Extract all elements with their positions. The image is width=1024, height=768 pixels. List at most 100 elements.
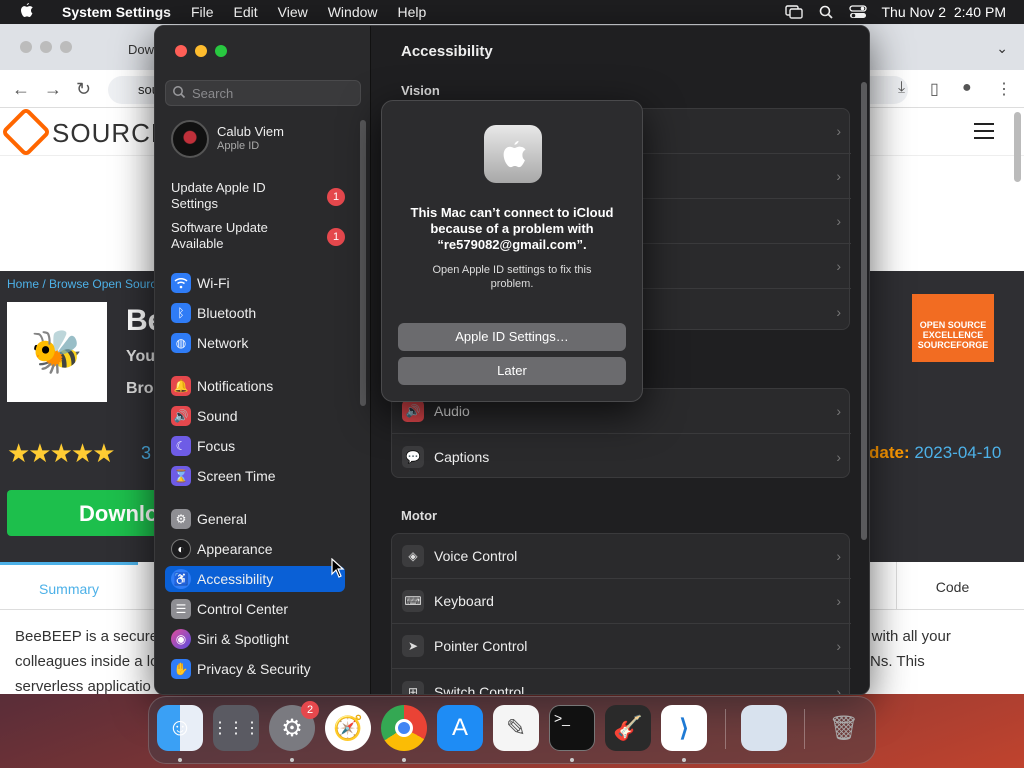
spotlight-search-icon[interactable] bbox=[817, 5, 835, 19]
running-indicator bbox=[290, 758, 294, 762]
terminal-icon[interactable]: >_ bbox=[549, 705, 595, 751]
preview-icon[interactable] bbox=[741, 705, 787, 751]
finder-icon[interactable]: ☺ bbox=[157, 705, 203, 751]
settings-sidebar: Search Calub Viem Apple ID Update Apple … bbox=[155, 26, 371, 694]
minimize-window-button[interactable] bbox=[195, 45, 207, 57]
browser-close-light[interactable] bbox=[20, 41, 32, 53]
hourglass-icon: ⌛ bbox=[171, 466, 191, 486]
content-scrollbar[interactable] bbox=[861, 82, 867, 540]
menu-help[interactable]: Help bbox=[388, 4, 437, 20]
back-arrow-icon[interactable]: ← bbox=[12, 79, 30, 100]
sidebar-item-label: Wi-Fi bbox=[197, 275, 230, 291]
menu-file[interactable]: File bbox=[181, 4, 224, 20]
account-name: Calub Viem bbox=[217, 124, 284, 139]
sidebar-item-notifications[interactable]: 🔔 Notifications bbox=[165, 373, 345, 399]
sidebar-item-screen-time[interactable]: ⌛ Screen Time bbox=[165, 463, 345, 489]
appearance-icon: ◐ bbox=[171, 539, 191, 559]
screen-mirroring-icon[interactable] bbox=[785, 5, 804, 19]
textedit-icon[interactable]: ✎ bbox=[493, 705, 539, 751]
more-menu-icon[interactable]: ⋮ bbox=[996, 79, 1012, 99]
profile-icon[interactable]: ● bbox=[962, 79, 972, 97]
badge-sub: SOURCEFORGE bbox=[917, 340, 989, 350]
breadcrumb[interactable]: Home / Browse Open Sourc bbox=[7, 277, 156, 291]
hamburger-menu-icon[interactable] bbox=[974, 123, 994, 144]
open-source-excellence-badge: OPEN SOURCE EXCELLENCE SOURCEFORGE bbox=[903, 294, 1003, 374]
menu-view[interactable]: View bbox=[268, 4, 318, 20]
search-input[interactable]: Search bbox=[165, 80, 361, 106]
browser-tab-title[interactable]: Dow bbox=[128, 42, 154, 57]
apple-id-settings-button[interactable]: Apple ID Settings… bbox=[398, 323, 626, 351]
safari-icon[interactable]: 🧭 bbox=[325, 705, 371, 751]
notice-label: Update Apple ID Settings bbox=[171, 180, 266, 211]
project-brought-by: Bro bbox=[126, 380, 154, 397]
reload-icon[interactable]: ↻ bbox=[76, 79, 91, 100]
sidebar-scrollbar[interactable] bbox=[360, 120, 366, 406]
row-captions[interactable]: 💬 Captions › bbox=[392, 434, 851, 479]
app-store-icon[interactable]: A bbox=[437, 705, 483, 751]
apple-id-account[interactable]: Calub Viem Apple ID bbox=[171, 120, 361, 160]
later-button[interactable]: Later bbox=[398, 357, 626, 385]
description-line: PNs. This bbox=[860, 653, 925, 670]
sidebar-item-label: General bbox=[197, 511, 247, 527]
notice-label: Software Update Available bbox=[171, 220, 268, 251]
sidebar-item-label: Control Center bbox=[197, 601, 289, 617]
sidebar-item-privacy-security[interactable]: ✋ Privacy & Security bbox=[165, 656, 345, 682]
sidebar-item-wifi[interactable]: Wi-Fi bbox=[165, 270, 345, 296]
control-center-icon[interactable] bbox=[849, 5, 868, 19]
sidebar-item-label: Accessibility bbox=[197, 571, 274, 587]
rating-count[interactable]: 3 bbox=[141, 443, 151, 464]
menu-clock[interactable]: Thu Nov 2 2:40 PM bbox=[881, 4, 1006, 20]
tab-summary[interactable]: Summary bbox=[0, 562, 138, 610]
row-keyboard[interactable]: ⌨ Keyboard › bbox=[392, 579, 851, 624]
site-logo-text[interactable]: SOURCE bbox=[52, 118, 169, 149]
launchpad-icon[interactable]: ⋮⋮⋮ bbox=[212, 705, 260, 751]
garageband-icon[interactable]: 🎸 bbox=[605, 705, 651, 751]
row-voice-control[interactable]: ◈ Voice Control › bbox=[392, 534, 851, 579]
update-apple-id-notice[interactable]: Update Apple ID Settings 1 bbox=[171, 180, 351, 212]
sidebar-item-appearance[interactable]: ◐ Appearance bbox=[165, 536, 345, 562]
section-vision: Vision bbox=[401, 83, 440, 98]
globe-icon: ◍ bbox=[171, 333, 191, 353]
zoom-window-button[interactable] bbox=[215, 45, 227, 57]
side-panel-icon[interactable]: ▯ bbox=[930, 79, 939, 99]
menu-edit[interactable]: Edit bbox=[224, 4, 268, 20]
sidebar-item-general[interactable]: ⚙ General bbox=[165, 506, 345, 532]
browser-minimize-light[interactable] bbox=[40, 41, 52, 53]
trash-icon[interactable]: 🗑 bbox=[821, 705, 867, 751]
row-pointer-control[interactable]: ➤ Pointer Control › bbox=[392, 624, 851, 669]
search-placeholder: Search bbox=[192, 86, 234, 101]
close-window-button[interactable] bbox=[175, 45, 187, 57]
captions-icon: 💬 bbox=[402, 445, 424, 468]
sidebar-item-sound[interactable]: 🔊 Sound bbox=[165, 403, 345, 429]
tab-code[interactable]: Code bbox=[896, 562, 1008, 610]
sidebar-item-label: Privacy & Security bbox=[197, 661, 311, 677]
sidebar-item-accessibility[interactable]: ♿ Accessibility bbox=[165, 566, 345, 592]
menu-app-name[interactable]: System Settings bbox=[52, 4, 181, 20]
apple-menu-icon[interactable] bbox=[0, 1, 52, 24]
forward-arrow-icon[interactable]: → bbox=[44, 79, 62, 100]
sidebar-item-focus[interactable]: ☾ Focus bbox=[165, 433, 345, 459]
chrome-icon[interactable] bbox=[381, 705, 427, 751]
row-switch-control[interactable]: ⊞ Switch Control › bbox=[392, 669, 851, 694]
sidebar-item-siri-spotlight[interactable]: ◉ Siri & Spotlight bbox=[165, 626, 345, 652]
mouse-pointer-icon bbox=[331, 557, 345, 583]
search-icon bbox=[173, 86, 186, 99]
sidebar-item-bluetooth[interactable]: ᛒ Bluetooth bbox=[165, 300, 345, 326]
download-icon[interactable]: ⤓ bbox=[898, 79, 905, 97]
software-update-notice[interactable]: Software Update Available 1 bbox=[171, 220, 351, 252]
row-label: Keyboard bbox=[434, 593, 494, 609]
dock-notification-badge: 2 bbox=[301, 701, 319, 719]
sidebar-item-label: Appearance bbox=[197, 541, 273, 557]
sourceforge-logo-icon[interactable] bbox=[0, 106, 52, 158]
sidebar-item-control-center[interactable]: ☰ Control Center bbox=[165, 596, 345, 622]
browser-zoom-light[interactable] bbox=[60, 41, 72, 53]
update-date: 2023-04-10 bbox=[914, 443, 1002, 462]
tab-list-chevron-icon[interactable]: ⌄ bbox=[996, 40, 1008, 57]
vscode-icon[interactable]: ⟩ bbox=[661, 705, 707, 751]
project-logo-bee-icon: 🐝 bbox=[7, 302, 107, 402]
menu-window[interactable]: Window bbox=[318, 4, 388, 20]
page-scrollbar[interactable] bbox=[1014, 112, 1021, 182]
sidebar-item-network[interactable]: ◍ Network bbox=[165, 330, 345, 356]
apple-logo-icon bbox=[484, 125, 542, 183]
sidebar-item-label: Bluetooth bbox=[197, 305, 257, 321]
